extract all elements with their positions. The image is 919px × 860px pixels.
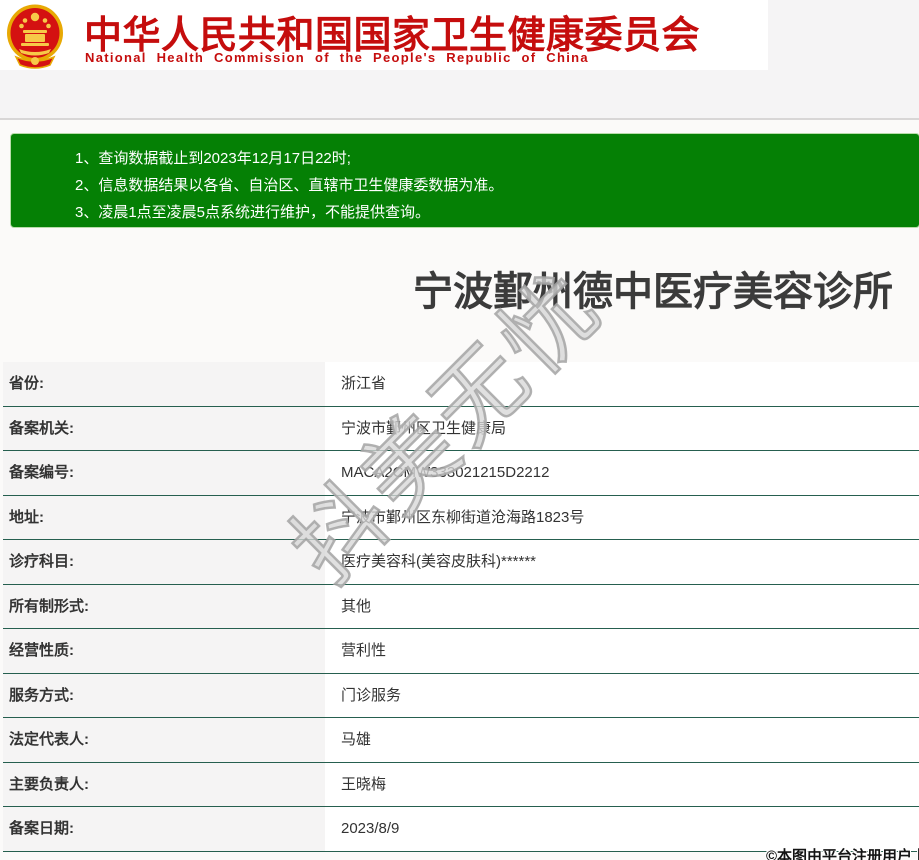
table-row: 所有制形式: 其他	[3, 584, 919, 629]
field-label: 经营性质:	[3, 629, 325, 673]
field-value: 2023/8/9	[325, 807, 919, 851]
field-value: 马雄	[325, 718, 919, 762]
field-label: 所有制形式:	[3, 584, 325, 628]
field-value: 浙江省	[325, 362, 919, 406]
field-label: 诊疗科目:	[3, 540, 325, 584]
notice-line-1: 1、查询数据截止到2023年12月17日22时;	[75, 150, 351, 167]
field-label: 法定代表人:	[3, 718, 325, 762]
table-row: 服务方式: 门诊服务	[3, 673, 919, 718]
image-credit-watermark: ©本图由平台注册用户上传	[766, 848, 919, 860]
table-row: 经营性质: 营利性	[3, 629, 919, 674]
table-row: 省份: 浙江省	[3, 362, 919, 407]
field-value: MACA2CMW333021215D2212	[325, 451, 919, 495]
field-label: 服务方式:	[3, 673, 325, 717]
table-row: 备案编号: MACA2CMW333021215D2212	[3, 451, 919, 496]
field-label: 主要负责人:	[3, 762, 325, 806]
table-row: 法定代表人: 马雄	[3, 718, 919, 763]
field-value: 营利性	[325, 629, 919, 673]
field-value: 其他	[325, 584, 919, 628]
field-value: 宁波市鄞州区东柳街道沧海路1823号	[325, 495, 919, 539]
table-row: 主要负责人: 王晓梅	[3, 762, 919, 807]
field-value: 医疗美容科(美容皮肤科)******	[325, 540, 919, 584]
prc-national-emblem-icon	[6, 3, 64, 74]
notice-box: 1、查询数据截止到2023年12月17日22时; 2、信息数据结果以各省、自治区…	[10, 133, 919, 228]
field-label: 地址:	[3, 495, 325, 539]
table-row: 诊疗科目: 医疗美容科(美容皮肤科)******	[3, 540, 919, 585]
field-value: 王晓梅	[325, 762, 919, 806]
site-header: 中华人民共和国国家卫生健康委员会 National Health Commiss…	[0, 0, 768, 70]
site-title-en: National Health Commission of the People…	[85, 50, 589, 65]
field-label: 省份:	[3, 362, 325, 406]
field-label: 备案编号:	[3, 451, 325, 495]
field-value: 宁波市鄞州区卫生健康局	[325, 406, 919, 450]
field-label: 备案日期:	[3, 807, 325, 851]
notice-line-3: 3、凌晨1点至凌晨5点系统进行维护，不能提供查询。	[75, 204, 431, 221]
record-table: 省份: 浙江省 备案机关: 宁波市鄞州区卫生健康局 备案编号: MACA2CMW…	[3, 362, 919, 852]
table-row: 备案机关: 宁波市鄞州区卫生健康局	[3, 406, 919, 451]
institution-name-title: 宁波鄞州德中医疗美容诊所	[413, 270, 893, 314]
table-row: 地址: 宁波市鄞州区东柳街道沧海路1823号	[3, 495, 919, 540]
field-value: 门诊服务	[325, 673, 919, 717]
notice-line-2: 2、信息数据结果以各省、自治区、直辖市卫生健康委数据为准。	[75, 177, 504, 194]
field-label: 备案机关:	[3, 406, 325, 450]
